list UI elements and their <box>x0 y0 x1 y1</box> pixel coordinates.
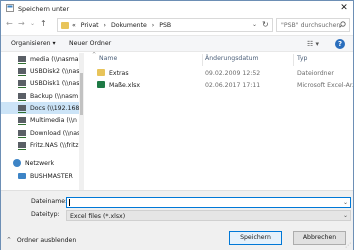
close-icon[interactable]: ✕ <box>337 3 351 13</box>
file-type: Microsoft Excel-Ar... <box>297 81 354 89</box>
network-drive-icon <box>18 116 26 125</box>
search-icon <box>339 21 346 28</box>
filename-field[interactable]: ⌄ <box>66 197 351 208</box>
back-icon[interactable]: ← <box>6 19 13 28</box>
filetype-label: Dateityp: <box>31 211 60 218</box>
navigation-scrollbar[interactable] <box>79 53 84 190</box>
nav-item-label: Backup (\\nasm <box>30 92 79 100</box>
network-icon <box>13 159 21 167</box>
column-header-type[interactable]: Typ <box>297 55 307 62</box>
nav-item-label: Netzwerk <box>25 159 55 167</box>
breadcrumb: « Privat › Dokumente › PSB <box>72 22 174 29</box>
computer-icon <box>18 172 26 179</box>
file-name: Maße.xlsx <box>109 81 141 89</box>
recent-locations-chevron-down-icon[interactable]: ⌄ <box>30 20 35 27</box>
hide-folders-label: Ordner ausblenden <box>16 237 77 244</box>
nav-item-label: USBDisk1 (\\nas <box>30 79 80 87</box>
folder-icon <box>61 22 69 29</box>
address-chevron-down-icon[interactable]: ⌄ <box>252 21 257 28</box>
filetype-select[interactable]: Excel files (*.xlsx) ⌄ <box>66 210 351 221</box>
nav-item-netzwerk[interactable]: Netzwerk <box>1 157 79 169</box>
window-title: Speichern unter <box>18 4 70 13</box>
filetype-value: Excel files (*.xlsx) <box>70 212 126 220</box>
navigation-pane: media (\\nasma USBDisk2 (\\nas USBDisk1 … <box>1 53 84 190</box>
file-row[interactable]: Extras 09.02.2009 12:52 Dateiordner <box>87 67 353 79</box>
network-drive-icon <box>18 67 26 76</box>
nav-item-label: Docs (\\192.168. <box>30 104 82 112</box>
organize-button[interactable]: Organisieren ▾ <box>11 40 56 47</box>
network-drive-icon <box>18 129 26 138</box>
nav-item-label: USBDisk2 (\\nas <box>30 67 80 75</box>
column-divider[interactable] <box>202 54 203 66</box>
column-header-name[interactable]: Name <box>99 55 117 62</box>
app-icon <box>6 4 14 12</box>
resize-grip-icon[interactable]: ⋰ <box>345 242 351 249</box>
excel-file-icon <box>97 81 105 88</box>
nav-item-bushmaster[interactable]: BUSHMASTER <box>1 170 79 182</box>
file-list: ^ Name Änderungsdatum Typ Extras 09.02.2… <box>87 52 354 190</box>
file-date: 02.06.2017 17:11 <box>205 81 261 89</box>
scrollbar-thumb[interactable] <box>80 73 83 115</box>
nav-item-backup[interactable]: Backup (\\nasm <box>1 90 79 102</box>
network-drive-icon <box>18 141 26 150</box>
address-row: ← → ⌄ ↑ « Privat › Dokumente › PSB ⌄ ↻ "… <box>1 15 353 35</box>
refresh-icon[interactable]: ↻ <box>262 20 269 29</box>
search-input[interactable]: "PSB" durchsuchen <box>281 22 340 29</box>
search-box[interactable]: "PSB" durchsuchen <box>276 18 350 32</box>
command-bar: Organisieren ▾ Neuer Ordner ☷ ▾ ? <box>1 35 353 52</box>
forward-icon[interactable]: → <box>18 19 25 28</box>
nav-item-download[interactable]: Download (\\nas <box>1 127 81 139</box>
breadcrumb-privat[interactable]: Privat <box>81 22 99 29</box>
nav-item-label: media (\\nasma <box>30 55 79 63</box>
filename-chevron-down-icon[interactable]: ⌄ <box>343 199 348 206</box>
file-name: Extras <box>109 69 129 77</box>
text-caret <box>69 199 70 206</box>
file-type: Dateiordner <box>297 69 334 77</box>
nav-item-label: Fritz.NAS (\\fritz <box>30 141 79 149</box>
column-divider[interactable] <box>293 54 294 66</box>
network-drive-icon <box>18 92 26 101</box>
breadcrumb-separator-icon[interactable]: › <box>152 22 154 29</box>
file-date: 09.02.2009 12:52 <box>205 69 261 77</box>
up-folder-icon[interactable]: ↑ <box>40 19 47 28</box>
filename-label: Dateiname: <box>31 198 68 205</box>
folder-icon <box>97 69 105 76</box>
hide-folders-button[interactable]: ⌃ Ordner ausblenden <box>6 236 76 244</box>
nav-item-multimedia[interactable]: Multimedia (\\n <box>1 114 79 126</box>
cancel-button[interactable]: Abbrechen <box>293 231 346 245</box>
breadcrumb-dokumente[interactable]: Dokumente <box>111 22 147 29</box>
breadcrumb-psb[interactable]: PSB <box>159 22 171 29</box>
help-icon[interactable]: ? <box>335 39 345 49</box>
nav-item-label: Multimedia (\\n <box>30 116 77 124</box>
nav-item-usbdisk1[interactable]: USBDisk1 (\\nas <box>1 77 79 89</box>
new-folder-button[interactable]: Neuer Ordner <box>69 40 111 47</box>
nav-item-usbdisk2[interactable]: USBDisk2 (\\nas <box>1 65 79 77</box>
nav-item-label: Download (\\nas <box>30 129 81 137</box>
address-bar[interactable]: « Privat › Dokumente › PSB ⌄ ↻ <box>57 18 273 32</box>
nav-item-docs[interactable]: Docs (\\192.168. <box>1 102 82 114</box>
file-row[interactable]: Maße.xlsx 02.06.2017 17:11 Microsoft Exc… <box>87 79 354 91</box>
network-drive-icon <box>18 79 26 88</box>
title-bar: Speichern unter ✕ <box>1 1 353 15</box>
chevron-up-icon: ⌃ <box>6 236 12 244</box>
breadcrumb-overflow[interactable]: « <box>72 22 76 29</box>
view-options-icon[interactable]: ☷ ▾ <box>307 40 319 48</box>
save-panel: Dateiname: ⌄ Dateityp: Excel files (*.xl… <box>1 190 353 250</box>
filetype-chevron-down-icon[interactable]: ⌄ <box>343 212 348 219</box>
column-header-date[interactable]: Änderungsdatum <box>205 55 259 62</box>
network-drive-icon <box>18 55 26 64</box>
save-button[interactable]: Speichern <box>229 231 282 245</box>
nav-item-fritz-nas[interactable]: Fritz.NAS (\\fritz <box>1 139 79 151</box>
nav-item-media[interactable]: media (\\nasma <box>1 53 79 65</box>
save-dialog: Speichern unter ✕ ← → ⌄ ↑ « Privat › Dok… <box>0 0 354 250</box>
network-drive-icon <box>18 104 26 113</box>
breadcrumb-separator-icon[interactable]: › <box>104 22 106 29</box>
nav-item-label: BUSHMASTER <box>30 172 73 180</box>
sort-indicator-icon: ^ <box>92 52 97 58</box>
